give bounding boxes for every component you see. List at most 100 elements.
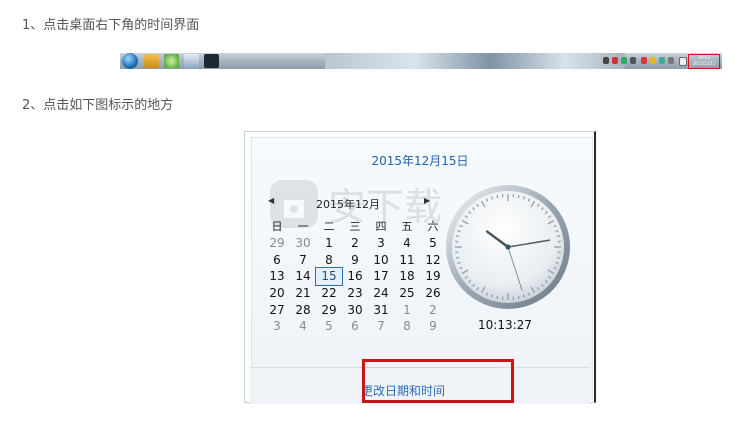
step-2-text: 2、点击如下图标示的地方	[22, 98, 174, 113]
calendar-day[interactable]: 2	[342, 235, 368, 252]
taskbar-background	[325, 53, 625, 69]
tray-icon[interactable]	[641, 57, 647, 64]
current-date-link[interactable]: 2015年12月15日	[244, 152, 596, 169]
calendar-day[interactable]: 5	[420, 235, 446, 252]
calendar-day[interactable]: 8	[316, 252, 342, 269]
weekday-label: 二	[323, 220, 335, 233]
calendar-day[interactable]: 26	[420, 285, 446, 302]
calendar-day[interactable]: 31	[368, 301, 394, 318]
volume-icon[interactable]	[679, 57, 687, 66]
calendar-grid: 日 一 二 三 四 五 六 29 30 1 2 3 4 5 6 7 8 9 10 11 12 13 14 15 1…	[264, 217, 446, 335]
calendar-week-row: 27 28 29 30 31 1 2	[264, 301, 446, 318]
weekday-label: 六	[427, 220, 439, 233]
weekday-label: 五	[401, 220, 413, 233]
app-dark-icon[interactable]	[204, 54, 219, 68]
taskbar-clock[interactable]: 10:13 2015/12/15	[688, 54, 720, 69]
calendar-day[interactable]: 18	[394, 268, 420, 285]
calendar-week-row: 3456789	[264, 318, 446, 335]
step-1-text: 1、点击桌面右下角的时间界面	[22, 18, 200, 33]
calendar-day[interactable]: 7	[290, 252, 316, 269]
calendar-day[interactable]: 30	[290, 235, 316, 252]
weekday-label: 一	[297, 220, 309, 233]
calendar-day[interactable]: 23	[342, 285, 368, 302]
calendar-day[interactable]: 8	[394, 318, 420, 335]
calendar-week-row: 6 7 8 9 10 11 12	[264, 252, 446, 269]
calendar-day[interactable]: 5	[316, 318, 342, 335]
calendar-day[interactable]: 1	[316, 235, 342, 252]
month-title[interactable]: 2015年12月	[316, 196, 380, 212]
system-tray	[603, 55, 693, 67]
calendar-day[interactable]: 6	[264, 252, 290, 269]
clock-tick	[556, 235, 560, 238]
calendar-day[interactable]: 4	[394, 235, 420, 252]
tray-icon[interactable]	[659, 57, 665, 64]
app-icon[interactable]	[164, 54, 179, 68]
start-button[interactable]	[122, 53, 138, 69]
explorer-icon[interactable]	[144, 54, 159, 68]
calendar-day[interactable]: 28	[290, 301, 316, 318]
calendar-day[interactable]: 20	[264, 285, 290, 302]
clock-tick	[457, 229, 461, 233]
calendar-day-today[interactable]: 15	[315, 267, 343, 286]
weekday-label: 三	[349, 220, 361, 233]
clock-tick	[517, 195, 520, 199]
windows-taskbar: 10:13 2015/12/15	[120, 53, 722, 69]
tray-icon[interactable]	[603, 57, 609, 64]
tray-icon[interactable]	[668, 57, 674, 64]
analog-clock	[446, 185, 570, 309]
clock-center	[505, 244, 511, 250]
calendar-day[interactable]: 29	[316, 301, 342, 318]
tray-icon[interactable]	[630, 57, 636, 64]
clock-tick	[490, 294, 494, 298]
calendar-day[interactable]: 30	[342, 301, 368, 318]
calendar-day[interactable]: 1	[394, 301, 420, 318]
calendar-day[interactable]: 9	[342, 252, 368, 269]
highlight-box	[362, 359, 514, 403]
calendar-week-row: 20 21 22 23 24 25 26	[264, 285, 446, 302]
calendar-day[interactable]: 24	[368, 285, 394, 302]
calendar-week-row: 29 30 1 2 3 4 5	[264, 235, 446, 252]
calendar-day[interactable]: 13	[264, 268, 290, 285]
calendar-day[interactable]: 14	[290, 268, 316, 285]
prev-month-icon[interactable]: ◀	[268, 196, 274, 205]
clock-tick	[517, 295, 520, 299]
calendar-day[interactable]: 17	[368, 268, 394, 285]
weekday-header: 日 一 二 三 四 五 六	[264, 217, 446, 235]
calendar-day[interactable]: 3	[368, 235, 394, 252]
calendar-day[interactable]: 6	[342, 318, 368, 335]
media-icon[interactable]	[184, 54, 199, 68]
calendar-day[interactable]: 10	[368, 252, 394, 269]
weekday-label: 日	[271, 220, 283, 233]
calendar-day[interactable]: 29	[264, 235, 290, 252]
calendar-day[interactable]: 3	[264, 318, 290, 335]
taskbar-clock-date: 2015/12/15	[692, 61, 716, 66]
calendar-day[interactable]: 7	[368, 318, 394, 335]
clock-tick	[556, 256, 560, 259]
clock-tick	[456, 256, 460, 259]
clock-tick	[522, 294, 526, 298]
calendar-day[interactable]: 19	[420, 268, 446, 285]
calendar-day[interactable]: 25	[394, 285, 420, 302]
weekday-label: 四	[375, 220, 387, 233]
calendar-day[interactable]: 22	[316, 285, 342, 302]
clock-tick	[555, 229, 559, 233]
calendar-day[interactable]: 2	[420, 301, 446, 318]
calendar-day[interactable]: 27	[264, 301, 290, 318]
tray-icon[interactable]	[621, 57, 627, 64]
clock-tick	[555, 261, 559, 265]
calendar-day[interactable]: 12	[420, 252, 446, 269]
calendar-day[interactable]: 16	[342, 268, 368, 285]
digital-time: 10:13:27	[478, 318, 532, 332]
calendar-day[interactable]: 4	[290, 318, 316, 335]
calendar-day[interactable]: 21	[290, 285, 316, 302]
next-month-icon[interactable]: ▶	[424, 196, 430, 205]
calendar-week-row: 13 14 15 16 17 18 19	[264, 267, 446, 286]
clock-tick	[490, 196, 494, 200]
clock-tick	[457, 261, 461, 265]
calendar-day[interactable]: 11	[394, 252, 420, 269]
calendar-day[interactable]: 9	[420, 318, 446, 335]
tray-icon[interactable]	[612, 57, 618, 64]
clock-tick	[496, 195, 499, 199]
tray-icon[interactable]	[650, 57, 656, 64]
clock-tick	[496, 295, 499, 299]
